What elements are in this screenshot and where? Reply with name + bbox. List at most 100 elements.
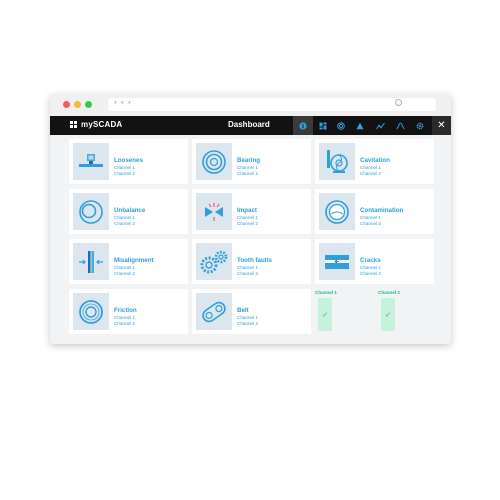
- contamination-icon: [325, 199, 349, 224]
- channel-1-link[interactable]: Channel 1: [237, 215, 258, 220]
- card-tooth-faults[interactable]: Tooth faults Channel 1 Channel 2: [192, 239, 311, 284]
- channel-2-link[interactable]: Channel 2: [114, 321, 135, 326]
- channel-2-link[interactable]: Channel 2: [114, 271, 135, 276]
- gears-icon: [200, 250, 228, 273]
- info-icon: [299, 121, 307, 130]
- channel-2-link[interactable]: Channel 2: [360, 171, 381, 176]
- card-title: Bearing: [237, 157, 261, 164]
- address-bar[interactable]: • • •: [108, 98, 436, 111]
- channel-1-link[interactable]: Channel 1: [237, 165, 258, 170]
- close-icon: ✕: [437, 120, 446, 131]
- card-contamination[interactable]: Contamination Channel 1 Channel 2: [315, 189, 434, 234]
- channel-2-status-label: Channel 2: [378, 290, 400, 295]
- unbalance-icon: [79, 199, 103, 224]
- channel-2-link[interactable]: Channel 2: [237, 271, 258, 276]
- channel-1-link[interactable]: Channel 1: [114, 265, 135, 270]
- unbalance-thumbnail: [73, 193, 109, 230]
- target-button[interactable]: [331, 116, 351, 135]
- impact-thumbnail: [196, 193, 232, 230]
- channel-status-panel: Channel 1 ✓ Channel 2 ✓: [315, 289, 434, 334]
- looseness-thumbnail: [73, 143, 109, 180]
- cracks-thumbnail: [319, 243, 355, 280]
- card-cracks[interactable]: Cracks Channel 1 Channel 2: [315, 239, 434, 284]
- channel-1-link[interactable]: Channel 1: [237, 265, 258, 270]
- channel-2-status-indicator[interactable]: ✓: [381, 298, 395, 331]
- cavitation-icon: [327, 149, 348, 173]
- card-title: Belt: [237, 307, 249, 314]
- close-button[interactable]: ✕: [432, 116, 451, 135]
- trend-button[interactable]: [370, 116, 390, 135]
- card-title: Impact: [237, 207, 257, 214]
- channel-2-link[interactable]: Channel 2: [237, 171, 258, 176]
- belt-thumbnail: [196, 293, 232, 330]
- channel-2-link[interactable]: Channel 2: [360, 221, 381, 226]
- top-toolbar: mySCADA Dashboard ✕: [50, 116, 451, 135]
- contamination-thumbnail: [319, 193, 355, 230]
- channel-2-link[interactable]: Channel 2: [237, 321, 258, 326]
- card-title: Cavitation: [360, 157, 390, 164]
- browser-window: • • • mySCADA Dashboard ✕ Loosenes Chann…: [50, 94, 451, 344]
- card-title: Unbalance: [114, 207, 146, 214]
- check-icon: ✓: [385, 311, 391, 319]
- channel-2-link[interactable]: Channel 2: [114, 171, 135, 176]
- card-looseness[interactable]: Loosenes Channel 1 Channel 2: [69, 139, 188, 184]
- friction-thumbnail: [73, 293, 109, 330]
- card-bearing[interactable]: Bearing Channel 1 Channel 2: [192, 139, 311, 184]
- channel-1-link[interactable]: Channel 1: [114, 165, 135, 170]
- card-title: Loosenes: [114, 157, 143, 164]
- misalignment-icon: [79, 250, 103, 273]
- settings-button[interactable]: [410, 116, 430, 135]
- wave-icon: [395, 121, 405, 129]
- card-unbalance[interactable]: Unbalance Channel 1 Channel 2: [69, 189, 188, 234]
- minimize-window-dot[interactable]: [74, 101, 81, 108]
- trend-icon: [375, 122, 385, 129]
- channel-1-status-indicator[interactable]: ✓: [318, 298, 332, 331]
- misalignment-thumbnail: [73, 243, 109, 280]
- channel-1-link[interactable]: Channel 1: [360, 265, 381, 270]
- impact-icon: [205, 202, 223, 221]
- wave-button[interactable]: [390, 116, 410, 135]
- card-friction[interactable]: Friction Channel 1 Channel 2: [69, 289, 188, 334]
- warning-button[interactable]: [350, 116, 370, 135]
- browser-chrome: • • •: [50, 94, 451, 117]
- check-icon: ✓: [322, 311, 328, 319]
- card-title: Contamination: [360, 207, 404, 214]
- cavitation-thumbnail: [319, 143, 355, 180]
- card-title: Tooth faults: [237, 257, 272, 264]
- channel-1-link[interactable]: Channel 1: [237, 315, 258, 320]
- channel-2-link[interactable]: Channel 2: [114, 221, 135, 226]
- card-title: Misalignment: [114, 257, 154, 264]
- dashboard-button[interactable]: [313, 116, 333, 135]
- channel-1-link[interactable]: Channel 1: [360, 165, 381, 170]
- card-belt[interactable]: Belt Channel 1 Channel 2: [192, 289, 311, 334]
- brand-logo[interactable]: mySCADA: [70, 120, 122, 129]
- info-button[interactable]: [293, 116, 313, 135]
- tooth-faults-thumbnail: [196, 243, 232, 280]
- page-title: Dashboard: [228, 120, 270, 129]
- bearing-icon: [202, 149, 226, 174]
- channel-1-link[interactable]: Channel 1: [360, 215, 381, 220]
- channel-2-link[interactable]: Channel 2: [237, 221, 258, 226]
- channel-1-status-label: Channel 1: [315, 290, 337, 295]
- card-title: Friction: [114, 307, 137, 314]
- logo-mark-icon: [70, 120, 78, 129]
- brand-name: mySCADA: [81, 120, 123, 129]
- channel-1-link[interactable]: Channel 1: [114, 315, 135, 320]
- card-misalignment[interactable]: Misalignment Channel 1 Channel 2: [69, 239, 188, 284]
- belt-icon: [202, 301, 226, 322]
- warning-icon: [356, 122, 364, 129]
- maximize-window-dot[interactable]: [85, 101, 92, 108]
- card-impact[interactable]: Impact Channel 1 Channel 2: [192, 189, 311, 234]
- reload-icon[interactable]: [395, 99, 402, 106]
- target-icon: [337, 121, 345, 130]
- looseness-icon: [79, 153, 103, 167]
- channel-1-link[interactable]: Channel 1: [114, 215, 135, 220]
- card-title: Cracks: [360, 257, 381, 264]
- channel-2-link[interactable]: Channel 2: [360, 271, 381, 276]
- address-bar-dots: • • •: [114, 98, 132, 107]
- card-cavitation[interactable]: Cavitation Channel 1 Channel 2: [315, 139, 434, 184]
- dashboard-icon: [319, 122, 327, 129]
- gear-icon: [416, 122, 424, 129]
- close-window-dot[interactable]: [63, 101, 70, 108]
- friction-icon: [79, 299, 103, 324]
